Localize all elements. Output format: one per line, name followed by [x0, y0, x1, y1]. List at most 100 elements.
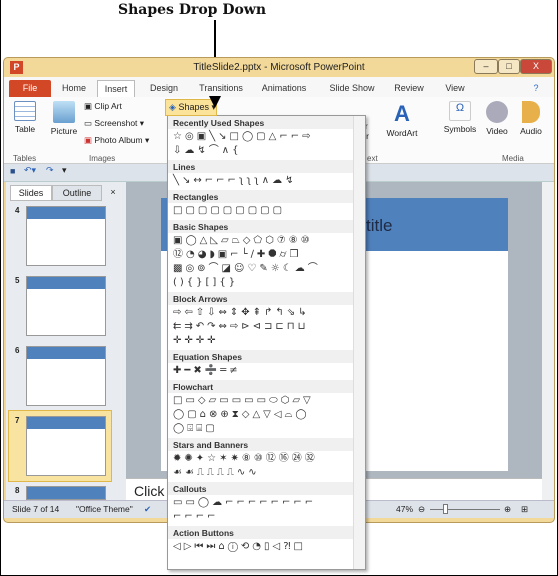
slide-thumbnail[interactable]	[26, 276, 106, 336]
wordart-label: WordArt	[386, 128, 418, 138]
window-title: TitleSlide2.pptx - Microsoft PowerPoint	[193, 62, 365, 73]
shape-row[interactable]: ⇨⇦⇧⇩⇔⇕✥⇞↱↰⇘↳	[173, 306, 351, 320]
zoom-in-icon[interactable]: ⊕	[504, 501, 511, 518]
shape-row[interactable]: ▣◯△◺▱⏢◇⬠⬡⑦⑧⑩	[173, 234, 351, 248]
tab-animations[interactable]: Animations	[256, 80, 312, 97]
wordart-icon: A	[394, 101, 410, 126]
undo-icon[interactable]: ↶▾	[24, 165, 36, 176]
zoom-slider-thumb[interactable]	[442, 504, 448, 514]
tab-home[interactable]: Home	[56, 80, 92, 97]
shape-category-header: Block Arrows	[168, 292, 365, 305]
picture-label: Picture	[50, 126, 78, 136]
slide-title-placeholder[interactable]: title	[366, 216, 392, 236]
slide-number: 4	[15, 206, 20, 215]
tab-file[interactable]: File	[9, 80, 51, 97]
picture-icon	[53, 101, 75, 123]
tab-view[interactable]: View	[437, 80, 473, 97]
shape-row[interactable]: ✹✺✦☆✶✷⑧⑩⑫⑯㉔㉜	[173, 452, 351, 466]
shape-row[interactable]: (){}[]{}	[173, 276, 351, 290]
slide-number: 7	[15, 416, 20, 425]
photo-album-button[interactable]: ▣ Photo Album ▾	[84, 135, 149, 146]
shape-category-header: Stars and Banners	[168, 438, 365, 451]
shape-category-header: Equation Shapes	[168, 350, 365, 363]
audio-label: Audio	[520, 126, 542, 136]
vertical-scrollbar[interactable]	[542, 182, 554, 500]
dropdown-scrollbar[interactable]	[353, 116, 365, 569]
slide-number: 8	[15, 486, 20, 495]
redo-icon[interactable]: ↷	[46, 165, 54, 176]
shape-row[interactable]: ◯▢⌂⊗⊕⧗◇△▽◁⌓◯	[173, 408, 351, 422]
title-bar: TitleSlide2.pptx - Microsoft PowerPoint	[4, 58, 554, 77]
shape-row[interactable]: ☆◎▣╲↘□◯▢△⌐⌐⇨	[173, 130, 351, 144]
theme-name: "Office Theme"	[76, 504, 133, 514]
symbols-button[interactable]: Ω Symbols	[442, 101, 478, 134]
table-label: Table	[14, 124, 36, 134]
tab-design[interactable]: Design	[144, 80, 184, 97]
shape-row[interactable]: ╲↘↔⌐⌐⌐ʅʅʅ∧☁↯	[173, 174, 351, 188]
tab-slide-show[interactable]: Slide Show	[322, 80, 382, 97]
shape-category-header: Action Buttons	[168, 526, 365, 539]
shape-row[interactable]: ⌐⌐⌐⌐	[173, 510, 351, 524]
tab-outline[interactable]: Outline	[52, 185, 102, 201]
customize-qat-icon[interactable]: ▾	[62, 165, 67, 176]
shapes-dropdown: Recently Used Shapes ☆◎▣╲↘□◯▢△⌐⌐⇨ ⇩☁↯⌒∧{Li…	[167, 115, 366, 570]
shape-row[interactable]: ⑫◔◕◗▣⌐└∕✚⯃⌭❒	[173, 248, 351, 262]
slide-thumbnail[interactable]	[26, 486, 106, 500]
shape-row[interactable]: ◁▷⏮⏭⌂ⓘ⟲◔▯◁⁈□	[173, 540, 351, 554]
clip-art-button[interactable]: ▣ Clip Art	[84, 101, 122, 112]
shape-row[interactable]: ✛✛✛✛	[173, 334, 351, 348]
group-images: Images	[89, 154, 116, 163]
tab-insert[interactable]: Insert	[97, 80, 135, 97]
slide-thumbnail[interactable]	[26, 206, 106, 266]
speaker-icon	[522, 101, 540, 123]
table-icon	[14, 101, 36, 121]
omega-icon: Ω	[449, 101, 471, 121]
fit-to-window-icon[interactable]: ⊞	[521, 501, 528, 518]
minimize-button[interactable]: –	[474, 59, 498, 74]
close-button[interactable]: X	[520, 59, 552, 74]
shape-row[interactable]: ⇇⇉↶↷⇔⇨⊳⊲⊐⊏⊓⊔	[173, 320, 351, 334]
zoom-slider[interactable]	[430, 509, 500, 510]
shape-row[interactable]: □▭◇▱▭▭▭▭⬭⬡▱▽	[173, 394, 351, 408]
shape-row[interactable]: ▩◎⊚⌒◪☺♡✎☼☾☁⌒	[173, 262, 351, 276]
ribbon-tabs: File Home Insert Design Transitions Anim…	[4, 77, 554, 97]
screenshot-button[interactable]: ▭ Screenshot ▾	[84, 118, 144, 129]
spellcheck-icon[interactable]: ✔	[144, 501, 151, 518]
photo-album-icon: ▣	[84, 135, 95, 145]
close-pane-icon[interactable]: ×	[104, 185, 122, 201]
help-icon[interactable]: ?	[524, 80, 548, 97]
symbols-label: Symbols	[443, 124, 477, 134]
group-tables: Tables	[13, 154, 37, 163]
tab-slides[interactable]: Slides	[10, 185, 52, 201]
shape-row[interactable]: ⇩☁↯⌒∧{	[173, 144, 351, 158]
shape-row[interactable]: ☙☙⎍⎍⎍⎍∿∿	[173, 466, 351, 480]
shape-category-header: Lines	[168, 160, 365, 173]
slide-thumbnail[interactable]	[26, 346, 106, 406]
zoom-level[interactable]: 47%	[396, 501, 413, 518]
shape-row[interactable]: ✚━✖➗═≠	[173, 364, 351, 378]
maximize-button[interactable]: □	[498, 59, 520, 74]
shape-category-header: Callouts	[168, 482, 365, 495]
tab-review[interactable]: Review	[389, 80, 429, 97]
tab-transitions[interactable]: Transitions	[192, 80, 250, 97]
save-icon[interactable]: ■	[10, 166, 15, 176]
video-button[interactable]: Video	[482, 101, 512, 136]
audio-button[interactable]: Audio	[516, 101, 546, 136]
screenshot-label: Screenshot ▾	[94, 118, 145, 128]
clip-art-label: Clip Art	[94, 101, 122, 111]
slides-pane: Slides Outline × 4 5 6 7 8	[6, 182, 126, 500]
zoom-out-icon[interactable]: ⊖	[418, 501, 425, 518]
wordart-button[interactable]: A WordArt	[382, 101, 422, 138]
shape-row[interactable]: □▢▢▢▢▢▢▢▢	[173, 204, 351, 218]
caption: Shapes Drop Down	[118, 2, 267, 18]
slide-thumbnail[interactable]	[26, 416, 106, 476]
picture-button[interactable]: Picture	[48, 101, 80, 136]
shape-row[interactable]: ◯⌹⌸▢	[173, 422, 351, 436]
shape-category-header: Basic Shapes	[168, 220, 365, 233]
table-button[interactable]: Table	[10, 101, 40, 134]
slide-counter: Slide 7 of 14	[12, 504, 60, 514]
group-media: Media	[502, 154, 524, 163]
shape-row[interactable]: ▭▭◯☁⌐⌐⌐⌐⌐⌐⌐⌐	[173, 496, 351, 510]
app-icon[interactable]: P	[10, 61, 23, 74]
photo-album-label: Photo Album ▾	[94, 135, 150, 145]
